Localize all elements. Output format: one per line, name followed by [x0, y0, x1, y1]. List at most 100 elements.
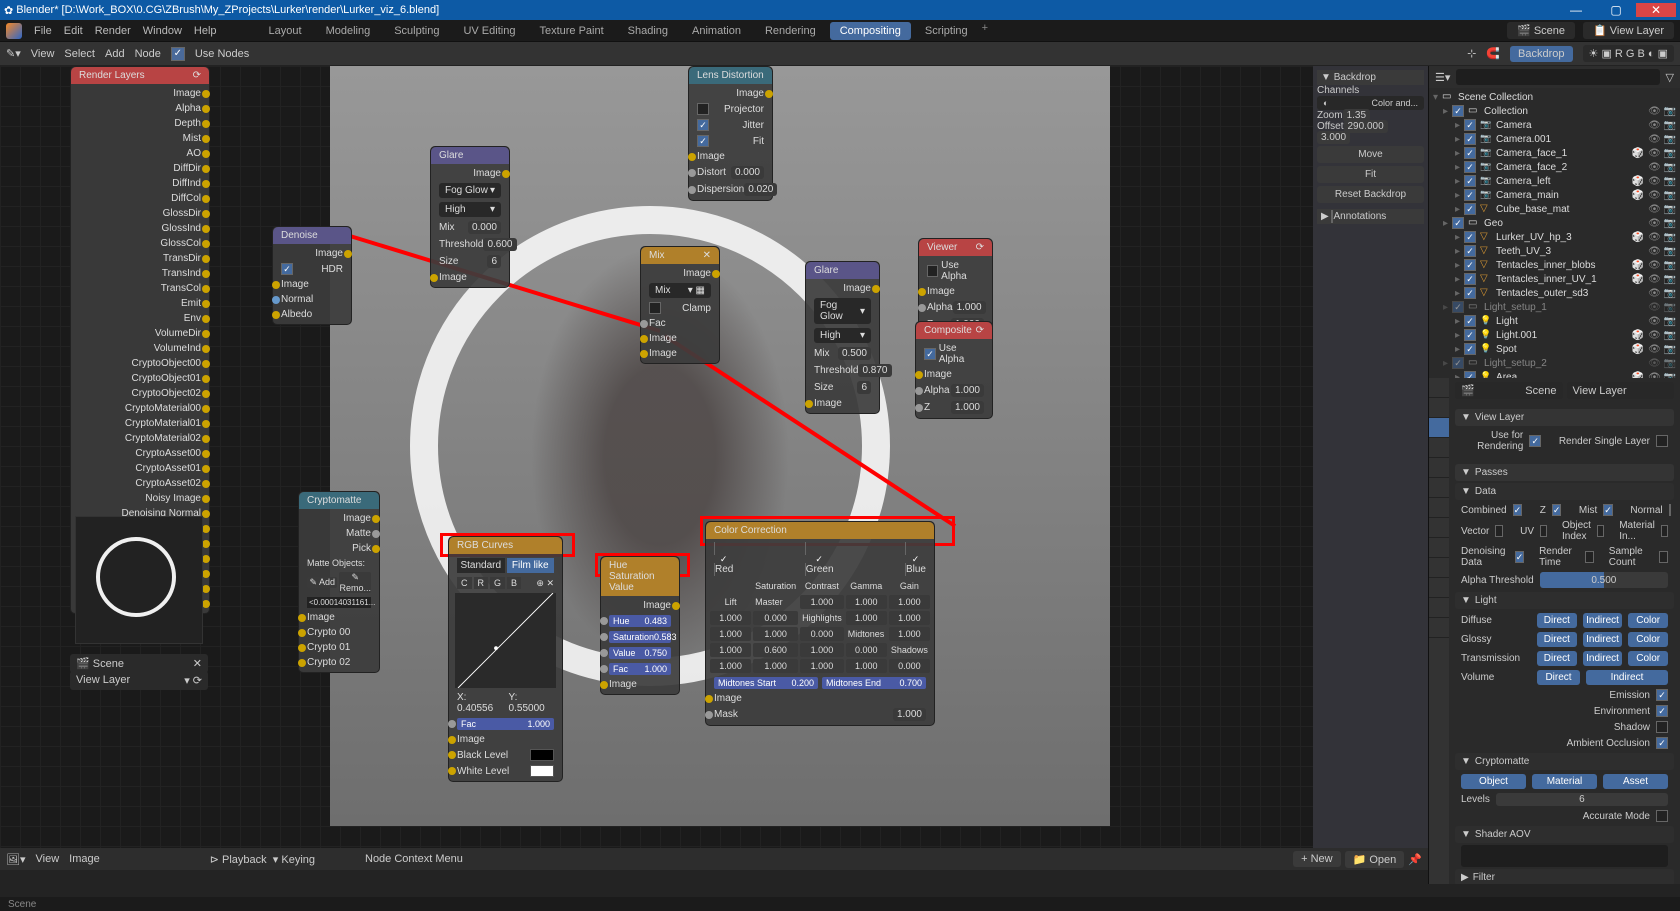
output-alpha[interactable]: Alpha	[75, 101, 205, 116]
node-layer-field[interactable]: View Layer▾ ⟳	[70, 671, 208, 690]
curve-editor[interactable]	[455, 593, 556, 688]
channel-r[interactable]: R	[474, 577, 489, 589]
output-cryptoobject02[interactable]: CryptoObject02	[75, 386, 205, 401]
menu-window[interactable]: Window	[143, 25, 182, 37]
aov-list[interactable]	[1461, 845, 1668, 867]
output-cryptoasset02[interactable]: CryptoAsset02	[75, 476, 205, 491]
node-header[interactable]: Render Layers⟳	[71, 67, 209, 84]
properties-tabs[interactable]	[1429, 378, 1449, 884]
std-button[interactable]: Standard	[457, 558, 505, 573]
offset-x-field[interactable]: 290.000	[1344, 120, 1388, 133]
outliner-item-light-setup-1[interactable]: ▸Light_setup_1👁 📷	[1431, 300, 1678, 314]
node-composite[interactable]: Composite⟳ Use Alpha Image Alpha1.000 Z1…	[915, 321, 993, 419]
prop-layer[interactable]: View Layer	[1567, 382, 1675, 399]
menu-help[interactable]: Help	[194, 25, 217, 37]
pin-icon[interactable]: 📌	[1408, 853, 1422, 866]
node-mix[interactable]: Mix✕ Image Mix▾ ▦ Clamp Fac Image Image	[640, 246, 720, 364]
output-cryptomaterial01[interactable]: CryptoMaterial01	[75, 416, 205, 431]
crypto-subheader[interactable]: ▼ Cryptomatte	[1455, 753, 1674, 770]
editor-type-icon-2[interactable]: 🖼▾	[6, 853, 26, 866]
snap-icon[interactable]: 🧲	[1486, 47, 1500, 60]
output-image[interactable]: Image	[75, 86, 205, 101]
outliner-item-tentacles-inner-blobs[interactable]: ▸Tentacles_inner_blobs🎲👁 📷	[1431, 258, 1678, 272]
tab-sculpting[interactable]: Sculpting	[384, 22, 449, 40]
output-volumedir[interactable]: VolumeDir	[75, 326, 205, 341]
node-ctx[interactable]: Node Context Menu	[365, 853, 463, 865]
toolbar-select[interactable]: Select	[64, 48, 95, 60]
outliner-item-tentacles-inner-uv-1[interactable]: ▸Tentacles_inner_UV_1🎲👁 📷	[1431, 272, 1678, 286]
backdrop-panel-header[interactable]: Backdrop	[1334, 72, 1376, 83]
node-header[interactable]: Glare	[806, 262, 879, 279]
tab-compositing[interactable]: Compositing	[830, 22, 911, 40]
node-header[interactable]: Lens Distortion	[689, 67, 772, 84]
tab-texpaint[interactable]: Texture Paint	[529, 22, 613, 40]
levels-field[interactable]: 6	[1496, 793, 1668, 806]
output-env[interactable]: Env	[75, 311, 205, 326]
output-cryptoobject01[interactable]: CryptoObject01	[75, 371, 205, 386]
node-rgb-curves[interactable]: RGB Curves StandardFilm like C R G B ⊕ ✕…	[448, 536, 563, 782]
node-header[interactable]: RGB Curves	[449, 537, 562, 554]
annotations-panel-header[interactable]: Annotations	[1333, 211, 1386, 222]
menu-render[interactable]: Render	[95, 25, 131, 37]
node-lens-distortion[interactable]: Lens Distortion Image Projector Jitter F…	[688, 66, 773, 201]
passes-header[interactable]: ▼ Passes	[1455, 464, 1674, 481]
output-transind[interactable]: TransInd	[75, 266, 205, 281]
node-color-correction[interactable]: Color Correction Red Green Blue Saturati…	[705, 521, 935, 726]
outliner-item-camera-face-2[interactable]: ▸Camera_face_2👁 📷	[1431, 160, 1678, 174]
glare-quality-dropdown[interactable]: High▾	[439, 202, 501, 217]
output-cryptoasset01[interactable]: CryptoAsset01	[75, 461, 205, 476]
outliner-item-spot[interactable]: ▸Spot🎲👁 📷	[1431, 342, 1678, 356]
outliner-type-icon[interactable]: ☰▾	[1435, 71, 1450, 84]
node-glare-2[interactable]: Glare Image Fog Glow▾ High▾ Mix0.500 Thr…	[805, 261, 880, 414]
channel-buttons[interactable]: ☀ ▣ R G B ◐ ▣	[1583, 45, 1674, 62]
node-header[interactable]: Hue Saturation Value	[601, 557, 679, 596]
alpha-threshold-slider[interactable]: 0.500	[1540, 572, 1668, 588]
toolbar-add[interactable]: Add	[105, 48, 125, 60]
use-nodes-checkbox[interactable]	[171, 47, 185, 61]
node-header[interactable]: Mix✕	[641, 247, 719, 264]
outliner-item-light[interactable]: ▸Light👁 📷	[1431, 314, 1678, 328]
outliner-item-lurker-uv-hp-3[interactable]: ▸Lurker_UV_hp_3🎲👁 📷	[1431, 230, 1678, 244]
output-cryptomaterial02[interactable]: CryptoMaterial02	[75, 431, 205, 446]
outliner[interactable]: ▾Scene Collection ▸Collection👁 📷▸Camera👁…	[1429, 88, 1680, 378]
channel-c[interactable]: C	[457, 577, 472, 589]
output-volumeind[interactable]: VolumeInd	[75, 341, 205, 356]
footbar-view[interactable]: View	[36, 853, 60, 865]
outliner-item-geo[interactable]: ▸Geo👁 📷	[1431, 216, 1678, 230]
maximize-button[interactable]: ▢	[1596, 3, 1636, 17]
output-diffind[interactable]: DiffInd	[75, 176, 205, 191]
toolbar-node[interactable]: Node	[135, 48, 161, 60]
output-mist[interactable]: Mist	[75, 131, 205, 146]
tab-shading[interactable]: Shading	[618, 22, 678, 40]
node-header[interactable]: Cryptomatte	[299, 492, 379, 509]
viewlayer-header[interactable]: ▼ View Layer	[1455, 409, 1674, 426]
output-glossdir[interactable]: GlossDir	[75, 206, 205, 221]
outliner-item-camera-001[interactable]: ▸Camera.001👁 📷	[1431, 132, 1678, 146]
outliner-item-teeth-uv-3[interactable]: ▸Teeth_UV_3👁 📷	[1431, 244, 1678, 258]
outliner-search[interactable]	[1456, 69, 1659, 85]
tab-uv[interactable]: UV Editing	[453, 22, 525, 40]
pivot-icon[interactable]: ⊹	[1467, 47, 1476, 60]
new-image-button[interactable]: + New	[1293, 851, 1341, 867]
outliner-item-camera[interactable]: ▸Camera👁 📷	[1431, 118, 1678, 132]
output-glosscol[interactable]: GlossCol	[75, 236, 205, 251]
output-glossind[interactable]: GlossInd	[75, 221, 205, 236]
output-ao[interactable]: AO	[75, 146, 205, 161]
shaderaov-subheader[interactable]: ▼ Shader AOV	[1455, 826, 1674, 843]
outliner-item-camera-main[interactable]: ▸Camera_main🎲👁 📷	[1431, 188, 1678, 202]
output-cryptomaterial00[interactable]: CryptoMaterial00	[75, 401, 205, 416]
reset-backdrop-button[interactable]: Reset Backdrop	[1317, 186, 1424, 203]
outliner-item-tentacles-outer-sd3[interactable]: ▸Tentacles_outer_sd3👁 📷	[1431, 286, 1678, 300]
outliner-item-camera-face-1[interactable]: ▸Camera_face_1🎲👁 📷	[1431, 146, 1678, 160]
output-cryptoobject00[interactable]: CryptoObject00	[75, 356, 205, 371]
output-diffcol[interactable]: DiffCol	[75, 191, 205, 206]
node-glare-1[interactable]: Glare Image Fog Glow▾ High▾ Mix0.000 Thr…	[430, 146, 510, 288]
menu-file[interactable]: File	[34, 25, 52, 37]
mix-blend-dropdown[interactable]: Mix▾ ▦	[649, 283, 711, 298]
node-header[interactable]: Glare	[431, 147, 509, 164]
data-subheader[interactable]: ▼ Data	[1455, 483, 1674, 500]
output-depth[interactable]: Depth	[75, 116, 205, 131]
output-diffdir[interactable]: DiffDir	[75, 161, 205, 176]
output-transcol[interactable]: TransCol	[75, 281, 205, 296]
timeline-area[interactable]: ⊳ Playback ▾ Keying	[210, 853, 315, 866]
